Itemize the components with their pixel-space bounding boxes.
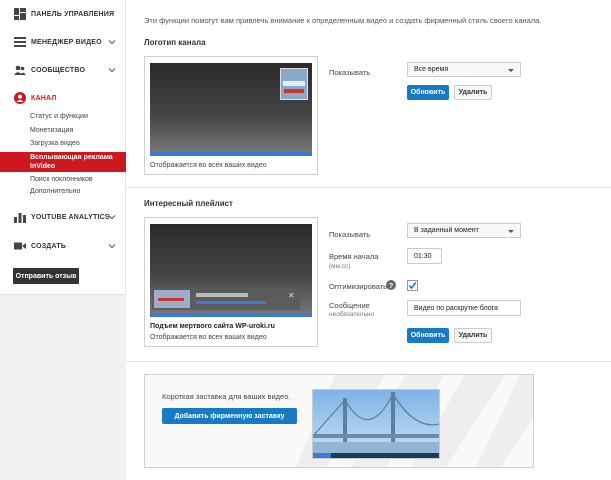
- sidebar-subitem-monetization[interactable]: Монетизация: [30, 127, 73, 134]
- playlist-show-select[interactable]: В заданный момент: [407, 223, 521, 238]
- playlist-caption: Отображается во всех ваших видео: [150, 334, 267, 341]
- video-preview: [150, 63, 312, 156]
- sidebar-item-channel[interactable]: КАНАЛ: [0, 88, 126, 108]
- sidebar-item-label: СООБЩЕСТВО: [31, 66, 86, 74]
- logo-update-button[interactable]: Обновить: [407, 85, 449, 100]
- sidebar-subitem-invideo[interactable]: Всплывающая реклама InVideo: [0, 152, 126, 172]
- playlist-delete-button[interactable]: Удалить: [454, 328, 492, 343]
- sidebar-item-community[interactable]: СООБЩЕСТВО: [0, 60, 126, 80]
- select-value: Все время: [414, 66, 449, 73]
- start-time-hint: (мм:сс): [329, 263, 351, 270]
- select-value: В заданный момент: [414, 227, 479, 234]
- sidebar-item-label: КАНАЛ: [31, 94, 57, 102]
- sidebar-item-label: YOUTUBE ANALYTICS: [31, 213, 110, 221]
- message-input[interactable]: Видео по раскрутке блога: [407, 300, 521, 316]
- logo-section-title: Логотип канала: [144, 38, 206, 47]
- svg-text:?: ?: [389, 281, 394, 290]
- section-divider: [126, 187, 611, 188]
- section-divider: [126, 361, 611, 362]
- optimize-checkbox[interactable]: [407, 280, 418, 291]
- sidebar-item-label: МЕНЕДЖЕР ВИДЕО: [31, 38, 102, 46]
- channel-logo-thumbnail: [280, 68, 308, 100]
- playlist-preview-card: ✕ Подъем мертвого сайта WP-uroki.ru Отоб…: [144, 217, 318, 347]
- playlist-update-button[interactable]: Обновить: [407, 328, 449, 343]
- logo-show-label: Показывать: [329, 68, 371, 77]
- help-icon[interactable]: ?: [386, 280, 396, 290]
- message-label: Сообщение: [329, 301, 370, 310]
- playlist-video-title: Подъем мертвого сайта WP-uroki.ru: [150, 323, 275, 330]
- intro-card-text: Короткая заставка для ваших видео.: [162, 392, 291, 401]
- optimize-label: Оптимизировать: [329, 282, 388, 291]
- bar-chart-icon: [14, 213, 26, 223]
- bridge-image: [313, 392, 439, 454]
- playlist-thumbnail: [154, 290, 190, 308]
- chevron-down-icon[interactable]: [108, 213, 116, 221]
- message-hint: необязательно: [329, 311, 375, 318]
- start-time-input[interactable]: 01:30: [407, 248, 442, 264]
- sidebar-item-video-manager[interactable]: МЕНЕДЖЕР ВИДЕО: [0, 32, 126, 52]
- progress-bar: [150, 152, 312, 156]
- logo-preview-card: Отображается во всех ваших видео: [144, 56, 318, 175]
- sidebar-subitem-upload[interactable]: Загрузка видео: [30, 140, 80, 147]
- list-icon: [14, 37, 26, 47]
- playlist-show-label: Показывать: [329, 230, 371, 239]
- intro-preview-thumbnail: [312, 389, 440, 459]
- user-circle-icon: [14, 92, 26, 104]
- close-icon[interactable]: ✕: [288, 291, 295, 300]
- sidebar-subitem-label: Всплывающая реклама InVideo: [30, 154, 113, 170]
- video-camera-icon: [14, 242, 26, 250]
- sidebar-item-analytics[interactable]: YOUTUBE ANALYTICS: [0, 207, 126, 227]
- start-time-label: Время начала: [329, 252, 379, 261]
- video-preview: ✕: [150, 224, 312, 317]
- add-branded-intro-button[interactable]: Добавить фирменную заставку: [162, 408, 297, 424]
- logo-caption: Отображается во всех ваших видео: [150, 162, 267, 169]
- people-icon: [14, 65, 26, 75]
- logo-delete-button[interactable]: Удалить: [454, 85, 492, 100]
- sidebar-item-dashboard[interactable]: ПАНЕЛЬ УПРАВЛЕНИЯ: [0, 4, 126, 24]
- caret-down-icon: [508, 230, 514, 233]
- sidebar-subitem-status[interactable]: Статус и функции: [30, 113, 88, 120]
- playlist-teaser: ✕: [152, 288, 300, 310]
- intro-progress-track: [313, 453, 439, 458]
- intro-text: Эти функции помогут вам привлечь внимани…: [144, 16, 542, 25]
- progress-bar: [150, 313, 312, 317]
- chevron-down-icon[interactable]: [108, 242, 116, 250]
- sidebar-item-label: СОЗДАТЬ: [31, 242, 67, 250]
- sidebar-subitem-fan-finder[interactable]: Поиск поклонников: [30, 176, 93, 183]
- send-feedback-button[interactable]: Отправить отзыв: [13, 268, 79, 284]
- chevron-down-icon[interactable]: [108, 38, 116, 46]
- logo-show-select[interactable]: Все время: [407, 62, 521, 77]
- playlist-section-title: Интересный плейлист: [144, 199, 233, 208]
- sidebar: ПАНЕЛЬ УПРАВЛЕНИЯ МЕНЕДЖЕР ВИДЕО СООБЩЕС…: [0, 0, 126, 295]
- dashboard-icon: [14, 8, 26, 20]
- chevron-down-icon[interactable]: [108, 66, 116, 74]
- sidebar-subitem-advanced[interactable]: Дополнительно: [30, 188, 80, 195]
- sidebar-item-label: ПАНЕЛЬ УПРАВЛЕНИЯ: [31, 10, 115, 18]
- caret-down-icon: [508, 69, 514, 72]
- sidebar-item-create[interactable]: СОЗДАТЬ: [0, 236, 126, 256]
- branded-intro-card: Короткая заставка для ваших видео. Добав…: [144, 374, 534, 468]
